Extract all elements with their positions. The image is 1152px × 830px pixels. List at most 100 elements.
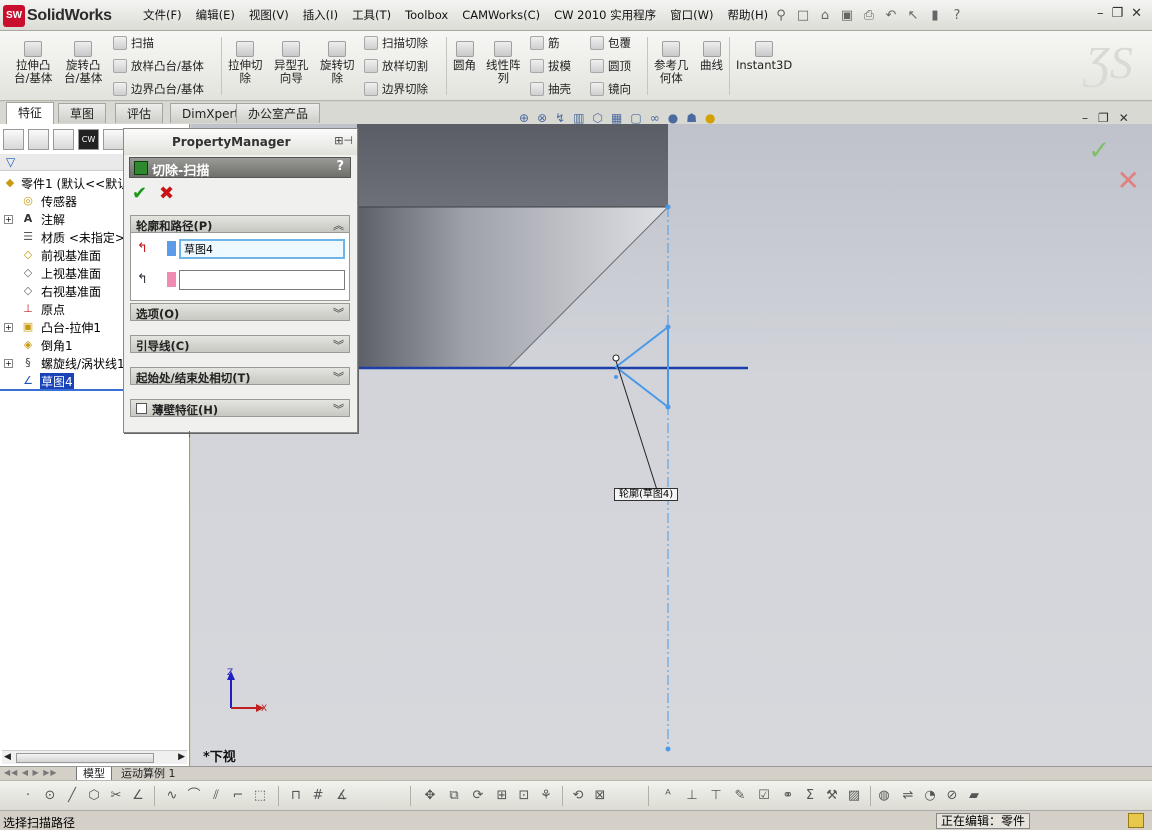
instant3d-button[interactable]: Instant3D [736,41,792,72]
cw-tab-icon[interactable]: CW [78,129,99,150]
repair-icon[interactable]: ⚒ [824,788,840,804]
profile-selection-box[interactable]: 草图4 [179,239,345,259]
circle-tool-icon[interactable]: ⊙ [42,788,58,804]
undo-icon[interactable]: ↶ [882,6,900,24]
tab-evaluate[interactable]: 评估 [115,103,164,123]
horizontal-scrollbar[interactable]: ◀ ▶ [2,750,187,764]
rib-button[interactable]: 筋 [530,35,560,51]
dome-button[interactable]: 圆顶 [590,58,631,74]
ok-button[interactable]: ✔ [132,183,147,204]
restore-icon[interactable]: ❐ [1111,6,1123,21]
angle-tool-icon[interactable]: ∡ [334,788,350,804]
pin-icon[interactable]: ⚲ [772,6,790,24]
tab-features[interactable]: 特征 [6,102,55,124]
menu-help[interactable]: 帮助(H) [720,0,775,31]
doc-minimize-icon[interactable]: – [1082,111,1088,125]
loft-cut-button[interactable]: 放样切割 [364,58,428,74]
expand-plus-icon[interactable]: + [4,214,13,224]
zoom-to-area-icon[interactable]: ⊗ [537,111,547,125]
collapse-chevron-icon[interactable]: ︽ [333,217,344,233]
menu-file[interactable]: 文件(F) [136,0,189,31]
wrap-button[interactable]: 包覆 [590,35,631,51]
menu-cw-utilities[interactable]: CW 2010 实用程序 [547,0,663,31]
expand-chevron-icon[interactable]: ︾ [333,305,344,321]
sweep-cut-button[interactable]: 扫描切除 [364,35,428,51]
help-question-icon[interactable]: ? [948,6,966,24]
endpoint-marker[interactable] [665,204,671,210]
menu-camworks[interactable]: CAMWorks(C) [455,0,547,31]
property-manager-tab-icon[interactable] [28,129,49,150]
path-selection-box[interactable] [179,270,345,290]
menu-edit[interactable]: 编辑(E) [189,0,242,31]
point-tool-icon[interactable]: · [20,788,36,804]
display-icon[interactable]: ◍ [876,788,892,804]
dimension-tool-icon[interactable]: ⊓ [288,788,304,804]
curves-button[interactable]: 曲线 [700,41,723,72]
align-icon[interactable]: ⊥ [684,788,700,804]
extrude-boss-button[interactable]: 拉伸凸 台/基体 [14,41,52,85]
select-arrow-icon[interactable]: ↖ [904,6,922,24]
boundary-cut-button[interactable]: 边界切除 [364,81,428,97]
sketch-point[interactable] [614,375,618,379]
tab-sketch[interactable]: 草图 [58,103,107,123]
linear-pattern-button[interactable]: 线性阵 列 [486,41,521,85]
cancel-button[interactable]: ✖ [159,183,174,204]
configuration-manager-tab-icon[interactable] [53,129,74,150]
feature-manager-tab-icon[interactable] [3,129,24,150]
tab-motion-study[interactable]: 运动算例 1 [115,767,182,781]
layer-icon[interactable]: ▰ [966,788,982,804]
sweep-button[interactable]: 扫描 [113,35,154,51]
intersection-curve-icon[interactable]: ⊠ [592,788,608,804]
panel-splitter-handle[interactable]: ⁞ [188,430,194,448]
menu-insert[interactable]: 插入(I) [296,0,345,31]
dimxpert-tab-icon[interactable] [103,129,124,150]
section-view-icon[interactable]: ▥ [573,111,584,125]
trim-tool-icon[interactable]: ✂ [108,788,124,804]
print-icon[interactable]: ⎙ [860,6,878,24]
corner-tool-icon[interactable]: ⌐ [230,788,246,804]
centerline-tool-icon[interactable]: ∠ [130,788,146,804]
mirror-sketch-icon[interactable]: ⇌ [900,788,916,804]
tab-model[interactable]: 模型 [76,767,112,781]
group-profile-path-header[interactable]: 轮廓和路径(P) ︽ [130,215,350,233]
profile-pick-point[interactable] [612,354,620,362]
display-style-icon[interactable]: ▦ [611,111,622,125]
expand-plus-icon[interactable]: + [4,358,13,368]
confirm-ok-corner-icon[interactable]: ✓ [1088,136,1110,166]
save-icon[interactable]: ▣ [838,6,856,24]
rebuild-icon[interactable]: ▮ [926,6,944,24]
close-icon[interactable]: ✕ [1131,6,1142,21]
apply-scene-icon[interactable]: ● [668,111,678,125]
menu-view[interactable]: 视图(V) [242,0,296,31]
group-options-header[interactable]: 选项(O) ︾ [130,303,350,321]
expand-plus-icon[interactable]: + [4,322,13,332]
shell-button[interactable]: 抽壳 [530,81,571,97]
spline-tool-icon[interactable]: ∿ [164,788,180,804]
verify-icon[interactable]: ⊘ [944,788,960,804]
zoom-to-fit-icon[interactable]: ⊕ [519,111,529,125]
edit-appearance-icon[interactable]: ∞ [650,111,660,125]
boundary-boss-button[interactable]: 边界凸台/基体 [113,81,204,97]
revolve-boss-button[interactable]: 旋转凸 台/基体 [64,41,102,85]
group-tangency-header[interactable]: 起始处/结束处相切(T) ︾ [130,367,350,385]
expand-chevron-icon[interactable]: ︾ [333,401,344,417]
sketch-fillet-icon[interactable]: ◔ [922,788,938,804]
expand-chevron-icon[interactable]: ︾ [333,369,344,385]
rotate-entities-icon[interactable]: ⟳ [470,788,486,804]
rectangle-tool-icon[interactable]: ⬚ [252,788,268,804]
view-orientation-icon[interactable]: ⬡ [593,111,603,125]
menu-toolbox[interactable]: Toolbox [398,0,455,31]
lights-icon[interactable]: ● [705,111,715,125]
convert-entities-icon[interactable]: ⟲ [570,788,586,804]
previous-view-icon[interactable]: ↯ [555,111,565,125]
mirror-button[interactable]: 镜向 [590,81,631,97]
tab-nav-arrows-icon[interactable]: ◀◀ ◀ ▶ ▶▶ [4,768,58,777]
scale-entities-icon[interactable]: ⊞ [494,788,510,804]
hole-wizard-button[interactable]: 异型孔 向导 [274,41,309,85]
scroll-thumb[interactable] [16,753,154,763]
polygon-tool-icon[interactable]: ⬡ [86,788,102,804]
pin-icon[interactable]: ⊞⊣ [334,134,353,147]
move-entities-icon[interactable]: ✥ [422,788,438,804]
stack-icon[interactable]: ⊤ [708,788,724,804]
endpoint-marker[interactable] [665,746,671,752]
